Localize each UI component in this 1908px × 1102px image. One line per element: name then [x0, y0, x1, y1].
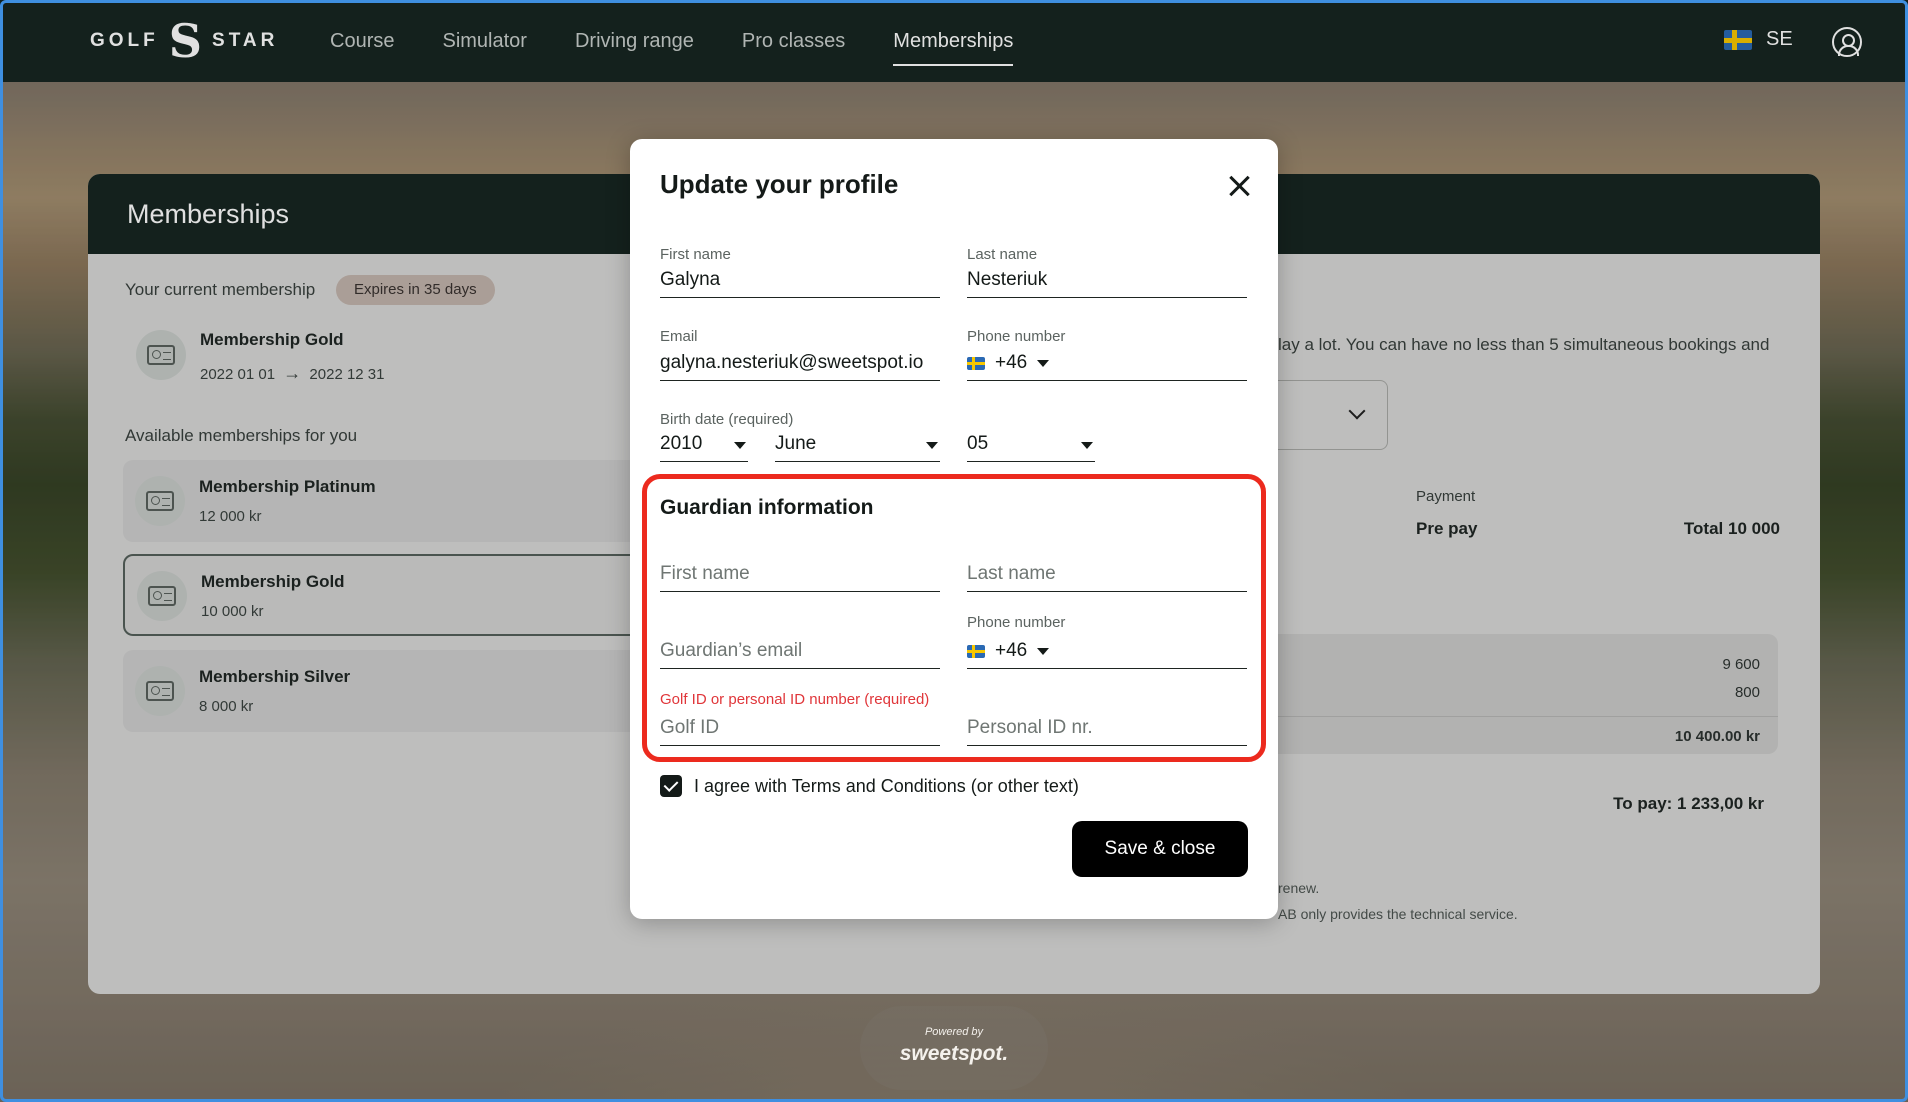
field-placeholder: First name: [660, 563, 750, 584]
caret-down-icon: [926, 442, 938, 449]
guardian-golf-id-input[interactable]: Golf ID or personal ID number (required)…: [660, 691, 940, 746]
field-label-required: Golf ID or personal ID number (required): [660, 691, 930, 708]
birth-day-select[interactable]: 05: [967, 431, 1095, 462]
guardian-last-name-input[interactable]: Last name: [967, 561, 1247, 592]
save-close-button[interactable]: Save & close: [1072, 821, 1248, 877]
guardian-section-title: Guardian information: [660, 496, 874, 519]
phone-country-select[interactable]: +46: [967, 352, 1050, 374]
phone-country-code: +46: [995, 640, 1028, 661]
field-value: galyna.nesteriuk@sweetspot.io: [660, 352, 924, 373]
first-name-field[interactable]: First name Galyna: [660, 246, 940, 298]
field-placeholder: Last name: [967, 563, 1056, 584]
terms-agreement[interactable]: I agree with Terms and Conditions (or ot…: [660, 775, 1079, 797]
phone-number-field[interactable]: Phone number +46: [967, 328, 1247, 381]
caret-down-icon: [1037, 647, 1050, 655]
field-value: Nesteriuk: [967, 269, 1048, 290]
phone-country-code: +46: [995, 352, 1028, 373]
field-value: 2010: [660, 433, 703, 454]
sweden-flag-icon: [967, 356, 985, 370]
guardian-email-input[interactable]: Guardian’s email: [660, 638, 940, 669]
sweetspot-logo: sweetspot.: [899, 1042, 1009, 1065]
caret-down-icon: [734, 442, 746, 449]
field-label: Email: [660, 328, 698, 345]
guardian-personal-id-input[interactable]: Personal ID nr.: [967, 715, 1247, 746]
modal-title: Update your profile: [660, 169, 899, 199]
terms-checkbox[interactable]: [660, 775, 682, 797]
caret-down-icon: [1081, 442, 1093, 449]
field-value: June: [775, 433, 817, 454]
guardian-phone-field[interactable]: Phone number +46: [967, 614, 1247, 669]
field-label: Phone number: [967, 328, 1066, 345]
birth-date-label: Birth date (required): [660, 411, 794, 428]
powered-by-text: Powered by: [924, 1026, 984, 1038]
birth-month-select[interactable]: June: [775, 431, 940, 462]
powered-by-badge[interactable]: Powered by sweetspot.: [860, 1006, 1048, 1090]
field-placeholder: Golf ID: [660, 717, 720, 738]
guardian-phone-country-select[interactable]: +46: [967, 640, 1050, 662]
birth-year-select[interactable]: 2010: [660, 431, 748, 462]
field-label: First name: [660, 246, 731, 263]
terms-text: I agree with Terms and Conditions (or ot…: [694, 775, 1079, 796]
guardian-first-name-input[interactable]: First name: [660, 561, 940, 592]
email-field[interactable]: Email galyna.nesteriuk@sweetspot.io: [660, 328, 940, 381]
field-label: Last name: [967, 246, 1038, 263]
update-profile-modal: Update your profile First name Galyna La…: [630, 139, 1278, 919]
close-icon[interactable]: [1228, 175, 1250, 197]
field-value: 05: [967, 433, 989, 454]
field-value: Galyna: [660, 269, 721, 290]
field-placeholder: Guardian’s email: [660, 640, 803, 661]
field-label: Phone number: [967, 614, 1066, 631]
sweden-flag-icon: [967, 644, 985, 658]
caret-down-icon: [1037, 359, 1050, 367]
field-placeholder: Personal ID nr.: [967, 717, 1093, 738]
last-name-field[interactable]: Last name Nesteriuk: [967, 246, 1247, 298]
